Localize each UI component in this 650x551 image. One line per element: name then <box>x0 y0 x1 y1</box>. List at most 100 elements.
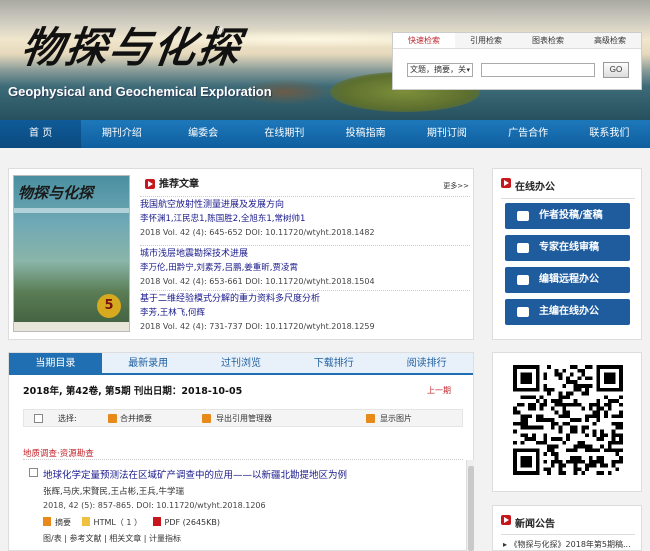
news-item-text: 《物探与化探》2018年第5期稿... <box>509 540 631 549</box>
issue-toolbar: 选择: 合并摘要 导出引用管理器 显示图片 <box>23 409 463 427</box>
recommended-article: 城市浅层地震勘探技术进展 李万伦,田黔宁,刘素芳,吕鹏,姜重昕,贾凌霄 2018… <box>140 245 470 288</box>
issue-scrollbar[interactable] <box>466 460 474 551</box>
author-submission-label: 作者投稿/查稿 <box>539 210 603 221</box>
issue-article-links: 摘要 HTML（ 1 ） PDF (2645KB) <box>43 517 228 528</box>
nav-online-journal[interactable]: 在线期刊 <box>244 120 325 148</box>
play-icon <box>501 178 511 188</box>
search-tab-chart[interactable]: 图表检索 <box>517 33 579 48</box>
recommended-header: 推荐文章 更多>> <box>145 179 471 193</box>
merge-abstract-button[interactable]: 合并摘要 <box>120 413 152 424</box>
site-logo-english: Geophysical and Geochemical Exploration <box>8 84 272 99</box>
nav-advertising[interactable]: 广告合作 <box>488 120 569 148</box>
nav-editorial-board[interactable]: 编委会 <box>163 120 244 148</box>
play-icon <box>145 179 155 189</box>
qr-code-icon <box>513 365 623 475</box>
news-divider <box>501 534 635 535</box>
news-item[interactable]: ▸ 《物探与化探》2018年第5期稿... <box>503 539 631 550</box>
chief-editor-label: 主编在线办公 <box>539 306 599 317</box>
search-tab-advanced[interactable]: 高级检索 <box>579 33 641 48</box>
export-icon <box>202 414 211 423</box>
recommended-article-title[interactable]: 我国航空放射性测量进展及发展方向 <box>140 199 470 211</box>
header-banner: 物探与化探 ® Geophysical and Geochemical Expl… <box>0 0 650 120</box>
scrollbar-thumb[interactable] <box>468 466 474 551</box>
search-tabs: 快速检索 引用检索 图表检索 高级检索 <box>393 33 641 49</box>
tab-latest-accepted[interactable]: 最新录用 <box>102 353 195 373</box>
search-panel: 快速检索 引用检索 图表检索 高级检索 文题，摘要，关 ▾ GO <box>392 32 642 90</box>
gear-icon <box>517 275 529 285</box>
chevron-down-icon: ▾ <box>466 66 470 74</box>
issue-panel: 当期目录 最新录用 过刊浏览 下载排行 阅读排行 2018年, 第42卷, 第5… <box>8 352 474 551</box>
export-citation-button[interactable]: 导出引用管理器 <box>216 413 272 424</box>
select-all-checkbox[interactable] <box>34 414 43 423</box>
recommended-article-authors[interactable]: 李怀渊1,江民忠1,陈国胜2,全旭东1,常树帅1 <box>140 213 470 225</box>
online-office-panel: 在线办公 作者投稿/查稿 专家在线审稿 编辑远程办公 主编在线办公 <box>492 168 642 340</box>
tab-download-ranking[interactable]: 下载排行 <box>287 353 380 373</box>
recommended-article-meta: 2018 Vol. 42 (4): 653-661 DOI: 10.11720/… <box>140 277 375 286</box>
desktop-icon <box>517 307 529 317</box>
nav-journal-intro[interactable]: 期刊介绍 <box>81 120 162 148</box>
recommended-article-title[interactable]: 城市浅层地震勘探技术进展 <box>140 248 470 260</box>
expert-review-label: 专家在线审稿 <box>539 242 599 253</box>
cover-issue-badge: 5 <box>97 294 121 318</box>
search-field-select[interactable]: 文题，摘要，关 ▾ <box>407 63 473 77</box>
tab-current-issue[interactable]: 当期目录 <box>9 353 102 373</box>
recommended-article-title[interactable]: 基于二维经验模式分解的重力资料多尺度分析 <box>140 293 470 305</box>
select-label: 选择: <box>58 414 77 423</box>
search-tab-citation[interactable]: 引用检索 <box>455 33 517 48</box>
html-link[interactable]: HTML（ 1 ） <box>81 517 146 527</box>
journal-cover-image[interactable]: 物探与化探 5 <box>13 175 130 332</box>
search-row: 文题，摘要，关 ▾ GO <box>407 61 639 79</box>
issue-tabs: 当期目录 最新录用 过刊浏览 下载排行 阅读排行 <box>9 353 473 375</box>
recommended-article-meta: 2018 Vol. 42 (4): 731-737 DOI: 10.11720/… <box>140 322 375 331</box>
cover-title: 物探与化探 <box>18 184 94 202</box>
search-go-button[interactable]: GO <box>603 62 629 78</box>
recommended-article-authors[interactable]: 李芳,王林飞,何辉 <box>140 307 470 319</box>
pdf-link[interactable]: PDF (2645KB) <box>152 517 224 527</box>
news-title: 新闻公告 <box>515 519 555 530</box>
site-logo-chinese[interactable]: 物探与化探 <box>18 14 247 75</box>
online-office-header: 在线办公 <box>501 178 635 199</box>
pdf-label: PDF (2645KB) <box>164 518 220 527</box>
recommended-article-meta: 2018 Vol. 42 (4): 645-652 DOI: 10.11720/… <box>140 228 375 237</box>
editor-office-button[interactable]: 编辑远程办公 <box>505 267 630 293</box>
nav-contact[interactable]: 联系我们 <box>569 120 650 148</box>
issue-article-title[interactable]: 地球化学定量预测法在区域矿产调查中的应用——以新疆北勘提地区为例 <box>43 467 347 481</box>
search-input[interactable] <box>481 63 595 77</box>
abstract-icon <box>43 517 51 526</box>
cover-footer <box>14 322 129 331</box>
chief-editor-button[interactable]: 主编在线办公 <box>505 299 630 325</box>
previous-issue-link[interactable]: 上一期 <box>427 385 451 396</box>
expert-review-button[interactable]: 专家在线审稿 <box>505 235 630 261</box>
recommended-article: 我国航空放射性测量进展及发展方向 李怀渊1,江民忠1,陈国胜2,全旭东1,常树帅… <box>140 196 470 239</box>
abstract-link[interactable]: 摘要 <box>43 517 75 527</box>
html-label: HTML（ 1 ） <box>93 518 142 527</box>
article-checkbox[interactable] <box>29 468 38 477</box>
recommended-article-authors[interactable]: 李万伦,田黔宁,刘素芳,吕鹏,姜重昕,贾凌霄 <box>140 262 470 274</box>
issue-article-extra-links[interactable]: 图/表 | 参考文献 | 相关文章 | 计量指标 <box>43 533 181 544</box>
abstract-label: 摘要 <box>55 518 71 527</box>
html-icon <box>81 517 90 526</box>
featured-articles-panel: 物探与化探 5 推荐文章 更多>> 我国航空放射性测量进展及发展方向 李怀渊1,… <box>8 168 474 340</box>
issue-info: 2018年, 第42卷, 第5期 刊出日期：2018-10-05 <box>23 386 243 397</box>
nav-subscription[interactable]: 期刊订阅 <box>406 120 487 148</box>
nav-home[interactable]: 首 页 <box>0 120 82 148</box>
author-submission-button[interactable]: 作者投稿/查稿 <box>505 203 630 229</box>
search-tab-quick[interactable]: 快速检索 <box>393 33 455 48</box>
issue-article-authors[interactable]: 张辉,马庆,宋賢民,王占彬,王兵,牛学瑞 <box>43 485 184 497</box>
play-icon <box>501 515 511 525</box>
recommended-article: 基于二维经验模式分解的重力资料多尺度分析 李芳,王林飞,何辉 2018 Vol.… <box>140 290 470 333</box>
search-field-value: 文题，摘要，关 <box>410 65 466 74</box>
tab-read-ranking[interactable]: 阅读排行 <box>380 353 473 373</box>
tab-back-issues[interactable]: 过刊浏览 <box>195 353 288 373</box>
nav-submission-guide[interactable]: 投稿指南 <box>325 120 406 148</box>
news-header: 新闻公告 <box>501 515 555 530</box>
cover-strip <box>14 208 129 213</box>
news-panel: 新闻公告 ▸ 《物探与化探》2018年第5期稿... <box>492 505 642 551</box>
office-divider <box>501 198 635 199</box>
registered-mark: ® <box>216 26 225 36</box>
user-icon <box>517 211 529 221</box>
recommended-more-link[interactable]: 更多>> <box>443 181 469 191</box>
recommended-title: 推荐文章 <box>159 179 199 190</box>
online-office-title: 在线办公 <box>515 182 555 193</box>
show-images-button[interactable]: 显示图片 <box>380 413 412 424</box>
